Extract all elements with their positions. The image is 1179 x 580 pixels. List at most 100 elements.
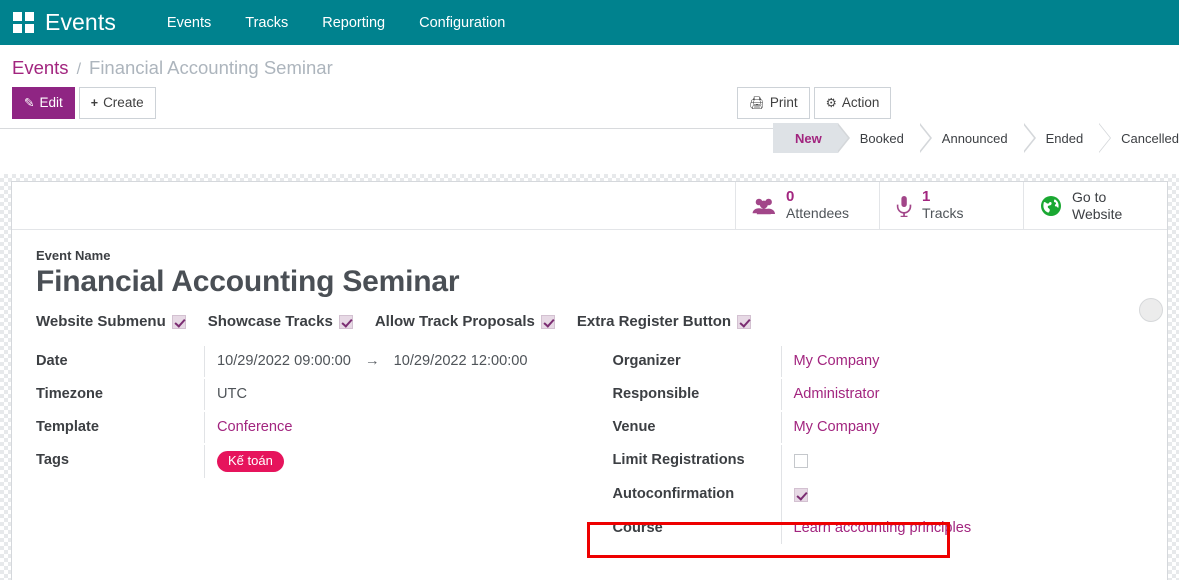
option-showcase-tracks[interactable]: Showcase Tracks [208,313,353,330]
edit-button[interactable]: ✎ Edit [12,87,75,119]
field-template-value[interactable]: Conference [204,412,590,443]
option-website-submenu[interactable]: Website Submenu [36,313,186,330]
users-icon [752,197,776,215]
website-submenu-checkbox[interactable] [172,315,186,329]
date-range-arrow-icon: → [355,353,390,369]
stage-booked[interactable]: Booked [838,123,920,153]
date-start[interactable]: 10/29/2022 09:00:00 [217,353,351,369]
form-body: Event Name Financial Accounting Seminar … [12,230,1167,556]
nav-menu-events[interactable]: Events [150,3,228,43]
control-panel: Events / Financial Accounting Seminar ✎ … [0,45,1179,129]
field-venue-label: Venue [613,412,781,442]
stat-tracks-label: Tracks [922,206,963,222]
stat-attendees-label: Attendees [786,206,849,222]
top-navbar: Events Events Tracks Reporting Configura… [0,0,1179,45]
field-tags-label: Tags [36,445,204,475]
field-responsible-label: Responsible [613,379,781,409]
field-course: Course Learn accounting principles [613,513,1144,546]
autoconfirmation-checkbox[interactable] [794,488,808,502]
venue-link[interactable]: My Company [794,419,880,435]
extra-register-button-checkbox[interactable] [737,315,751,329]
stage-announced[interactable]: Announced [920,123,1024,153]
field-venue-value[interactable]: My Company [781,412,1144,443]
field-timezone-label: Timezone [36,379,204,409]
field-course-label: Course [613,513,781,543]
template-link[interactable]: Conference [217,419,292,435]
showcase-tracks-checkbox[interactable] [339,315,353,329]
field-autoconfirmation-value[interactable] [781,479,1144,513]
field-limit-registrations-value[interactable] [781,445,1144,479]
action-button[interactable]: ⚙ Action [814,87,892,119]
stat-button-tracks[interactable]: 1 Tracks [879,182,1023,229]
grid-apps-icon[interactable] [13,12,35,34]
stage-new[interactable]: New [773,123,838,153]
field-timezone: Timezone UTC [36,379,590,412]
stat-button-row: 0 Attendees 1 Tracks [12,182,1167,230]
stage-new-label: New [795,131,822,146]
stat-button-go-to-website[interactable]: Go to Website [1023,182,1167,229]
create-button-label: Create [103,93,144,113]
action-button-label: Action [842,93,880,113]
nav-menu-tracks[interactable]: Tracks [228,3,305,43]
date-end[interactable]: 10/29/2022 12:00:00 [394,353,528,369]
field-columns: Date 10/29/2022 09:00:00 → 10/29/2022 12… [36,346,1143,546]
microphone-icon [896,195,912,217]
event-name-label: Event Name [36,248,1143,263]
field-date-value[interactable]: 10/29/2022 09:00:00 → 10/29/2022 12:00:0… [204,346,590,377]
field-autoconfirmation: Autoconfirmation [613,479,1144,513]
form-sheet: 0 Attendees 1 Tracks [11,181,1168,580]
stat-button-attendees[interactable]: 0 Attendees [735,182,879,229]
stat-website-text: Go to Website [1072,189,1122,222]
print-button[interactable]: 🖨 Print [737,87,810,119]
course-link[interactable]: Learn accounting principles [794,520,972,536]
allow-track-proposals-checkbox[interactable] [541,315,555,329]
field-venue: Venue My Company [613,412,1144,445]
breadcrumb-current-record: Financial Accounting Seminar [89,57,333,79]
event-name-value[interactable]: Financial Accounting Seminar [36,265,1143,299]
field-tags: Tags Kế toán [36,445,590,478]
option-extra-register-button[interactable]: Extra Register Button [577,313,751,330]
organizer-link[interactable]: My Company [794,353,880,369]
avatar[interactable] [1139,298,1163,322]
breadcrumb: Events / Financial Accounting Seminar [12,45,1167,83]
stage-cancelled-label: Cancelled [1121,131,1179,146]
option-allow-track-proposals[interactable]: Allow Track Proposals [375,313,555,330]
responsible-link[interactable]: Administrator [794,386,880,402]
field-limit-registrations-label: Limit Registrations [613,445,781,475]
stat-attendees-value: 0 [786,189,849,206]
field-tags-value[interactable]: Kế toán [204,445,590,478]
globe-icon [1040,195,1062,217]
stat-tracks-text: 1 Tracks [922,189,963,221]
nav-menu-reporting[interactable]: Reporting [305,3,402,43]
breadcrumb-separator: / [77,61,81,79]
right-field-column: Organizer My Company Responsible Adminis… [590,346,1144,546]
limit-registrations-checkbox[interactable] [794,454,808,468]
option-checkbox-row: Website Submenu Showcase Tracks Allow Tr… [36,313,1143,330]
field-date-label: Date [36,346,204,376]
option-showcase-tracks-label: Showcase Tracks [208,313,333,330]
field-responsible-value[interactable]: Administrator [781,379,1144,410]
edit-button-label: Edit [39,93,62,113]
field-responsible: Responsible Administrator [613,379,1144,412]
option-allow-track-proposals-label: Allow Track Proposals [375,313,535,330]
app-brand-events[interactable]: Events [45,9,116,36]
create-button[interactable]: + Create [79,87,156,119]
field-organizer-value[interactable]: My Company [781,346,1144,377]
field-course-value[interactable]: Learn accounting principles [781,513,1144,544]
nav-menu-configuration[interactable]: Configuration [402,3,522,43]
option-extra-register-button-label: Extra Register Button [577,313,731,330]
tag-chip[interactable]: Kế toán [217,451,284,472]
pencil-icon: ✎ [24,94,34,112]
stat-tracks-value: 1 [922,189,963,206]
field-organizer: Organizer My Company [613,346,1144,379]
stage-booked-label: Booked [860,131,904,146]
stage-ended-label: Ended [1046,131,1084,146]
option-website-submenu-label: Website Submenu [36,313,166,330]
field-limit-registrations: Limit Registrations [613,445,1144,479]
plus-icon: + [91,94,98,112]
breadcrumb-root-events[interactable]: Events [12,57,69,79]
print-button-label: Print [770,93,798,113]
stat-website-line2: Website [1072,206,1122,223]
field-timezone-value[interactable]: UTC [204,379,590,410]
field-template-label: Template [36,412,204,442]
